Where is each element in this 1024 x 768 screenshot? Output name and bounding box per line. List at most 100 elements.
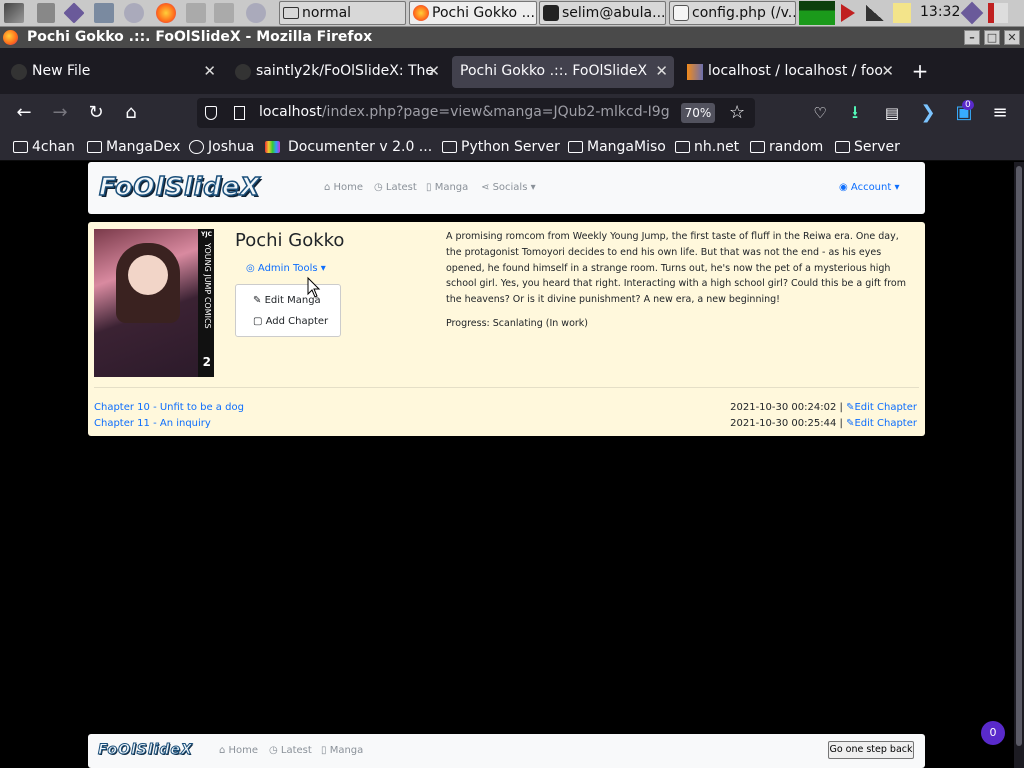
- nav-manga-label: Manga: [434, 182, 469, 193]
- zoom-level[interactable]: 70%: [681, 103, 715, 123]
- nav-manga[interactable]: ▯ Manga: [426, 182, 468, 193]
- url-bar[interactable]: localhost/index.php?page=view&manga=JQub…: [197, 98, 755, 128]
- back-icon[interactable]: ←: [14, 103, 34, 123]
- firefox-icon[interactable]: [156, 3, 176, 23]
- extension-icon[interactable]: ❯: [918, 103, 938, 123]
- page-info-icon[interactable]: [234, 106, 245, 120]
- pocket-icon[interactable]: ♡: [810, 103, 830, 123]
- folder-icon: [13, 141, 28, 153]
- go-back-button[interactable]: Go one step back: [828, 741, 914, 759]
- launcher-icon[interactable]: [186, 3, 206, 23]
- account-dropdown[interactable]: ◉ Account ▾: [839, 182, 900, 193]
- chapter-date: 2021-10-30 00:24:02 |: [730, 402, 843, 413]
- footer-nav-manga[interactable]: ▯ Manga: [321, 745, 363, 756]
- launcher-icon[interactable]: [124, 3, 144, 23]
- bookmark-folder[interactable]: Server: [835, 138, 900, 156]
- tab-label: New File: [32, 63, 91, 79]
- tab-new-file[interactable]: New File ✕: [2, 56, 222, 88]
- chapter-meta: 2021-10-30 00:25:44 | ✎Edit Chapter: [730, 418, 917, 429]
- launcher-icon[interactable]: [94, 3, 114, 23]
- close-tab-icon[interactable]: ✕: [655, 56, 668, 86]
- menu-icon[interactable]: [4, 3, 24, 23]
- close-tab-icon[interactable]: ✕: [427, 56, 440, 86]
- manga-cover[interactable]: YJC YOUNG JUMP COMICS 2: [94, 229, 214, 377]
- launcher-icon[interactable]: [214, 3, 234, 23]
- window-titlebar[interactable]: Pochi Gokko .::. FoOlSlideX - Mozilla Fi…: [0, 27, 1024, 48]
- launcher-icon[interactable]: [63, 2, 85, 24]
- close-tab-icon[interactable]: ✕: [881, 56, 894, 86]
- notification-badge[interactable]: 0: [981, 721, 1005, 745]
- nav-latest[interactable]: ◷ Latest: [374, 182, 417, 193]
- bookmark-folder[interactable]: random: [750, 138, 823, 156]
- tab-label: saintly2k/FoOlSlideX: The: [256, 63, 435, 79]
- forward-icon[interactable]: →: [50, 103, 70, 123]
- taskbar-window-label: Pochi Gokko ...: [432, 5, 535, 21]
- red-arrow-icon[interactable]: [841, 4, 855, 22]
- chapter-date: 2021-10-30 00:25:44 |: [730, 418, 843, 429]
- bookmarks-toolbar: 4chan MangaDex Joshua Documenter v 2.0 .…: [0, 132, 1024, 161]
- home-icon[interactable]: ⌂: [121, 103, 141, 123]
- bookmark-label: MangaDex: [106, 139, 181, 155]
- footer-logo[interactable]: FoOlSlideX: [98, 742, 193, 759]
- bookmark-folder[interactable]: MangaDex: [87, 138, 180, 156]
- add-chapter-item[interactable]: ▢ Add Chapter: [253, 316, 328, 327]
- bookmark-folder[interactable]: MangaMiso: [568, 138, 666, 156]
- footer-nav-latest[interactable]: ◷ Latest: [269, 745, 312, 756]
- maximize-icon[interactable]: □: [984, 30, 1000, 45]
- bookmark-folder[interactable]: Python Server: [442, 138, 560, 156]
- taskbar-window-terminal[interactable]: selim@abula...: [539, 1, 666, 25]
- note-icon[interactable]: [893, 3, 911, 23]
- menu-icon[interactable]: ≡: [990, 103, 1010, 123]
- bookmark-folder[interactable]: nh.net: [675, 138, 739, 156]
- chapter-link[interactable]: Chapter 10 - Unfit to be a dog: [94, 402, 244, 413]
- downloads-icon[interactable]: ⭳: [845, 103, 865, 123]
- bookmark-link[interactable]: Documenter v 2.0 ...: [265, 138, 432, 156]
- edit-chapter-link[interactable]: ✎Edit Chapter: [846, 418, 917, 429]
- scrollbar-thumb[interactable]: [1016, 166, 1022, 746]
- notification-count: 0: [962, 100, 974, 110]
- shield-icon[interactable]: [205, 106, 217, 120]
- nav-home[interactable]: ⌂ Home: [324, 182, 363, 193]
- sidebar-icon[interactable]: ▤: [882, 103, 902, 123]
- site-logo[interactable]: FoOlSlideX: [98, 171, 260, 202]
- reload-icon[interactable]: ↻: [86, 103, 106, 123]
- tab-phpmyadmin[interactable]: localhost / localhost / foo ✕: [678, 56, 900, 88]
- new-tab-button[interactable]: +: [908, 56, 932, 88]
- page-scrollbar[interactable]: [1014, 162, 1024, 768]
- github-icon: [235, 64, 251, 80]
- launcher-icon[interactable]: [37, 3, 55, 23]
- signal-icon[interactable]: [866, 5, 884, 21]
- taskbar-window-normal[interactable]: normal: [279, 1, 406, 25]
- launcher-icon[interactable]: [960, 1, 984, 25]
- tab-pochi-gokko[interactable]: Pochi Gokko .::. FoOlSlideX ✕: [452, 56, 674, 88]
- manga-card: YJC YOUNG JUMP COMICS 2 Pochi Gokko ◎ Ad…: [88, 222, 925, 436]
- footer-nav-home[interactable]: ⌂ Home: [219, 745, 258, 756]
- star-icon[interactable]: ☆: [729, 102, 745, 123]
- folder-icon: [87, 141, 102, 153]
- nav-socials[interactable]: ⋖ Socials ▾: [481, 182, 536, 193]
- launcher-icon[interactable]: [246, 3, 266, 23]
- url-text[interactable]: localhost/index.php?page=view&manga=JQub…: [259, 104, 671, 120]
- footer-nav-manga-label: Manga: [329, 745, 364, 756]
- edit-chapter-link[interactable]: ✎Edit Chapter: [846, 402, 917, 413]
- globe-icon: [189, 140, 204, 154]
- folder-icon: [568, 141, 583, 153]
- add-chapter-label: Add Chapter: [265, 316, 329, 327]
- logout-icon[interactable]: [988, 3, 1008, 23]
- tab-github[interactable]: saintly2k/FoOlSlideX: The ✕: [226, 56, 446, 88]
- mouse-cursor-icon: [307, 276, 321, 298]
- bookmark-label: Joshua: [208, 139, 255, 155]
- file-plus-icon: ▢: [253, 316, 266, 327]
- close-icon[interactable]: ✕: [1004, 30, 1020, 45]
- admin-tools-dropdown[interactable]: ◎ Admin Tools ▾: [246, 263, 326, 274]
- nav-home-label: Home: [333, 182, 364, 193]
- folder-icon: [283, 7, 299, 19]
- gear-icon: ◎: [246, 263, 258, 274]
- bookmark-link[interactable]: Joshua: [189, 138, 254, 156]
- taskbar-window-firefox[interactable]: Pochi Gokko ...: [409, 1, 537, 25]
- minimize-icon[interactable]: –: [964, 30, 980, 45]
- taskbar-window-editor[interactable]: config.php (/v...: [669, 1, 796, 25]
- close-tab-icon[interactable]: ✕: [203, 56, 216, 86]
- bookmark-folder[interactable]: 4chan: [13, 138, 75, 156]
- chapter-link[interactable]: Chapter 11 - An inquiry: [94, 418, 211, 429]
